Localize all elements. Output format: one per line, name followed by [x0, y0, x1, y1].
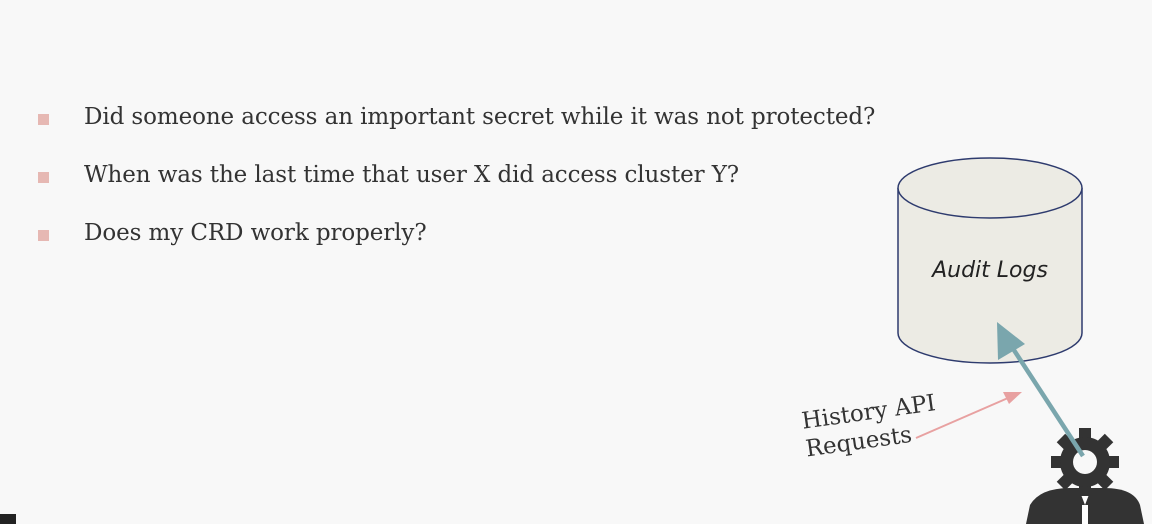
corner-mark [0, 514, 16, 524]
database-label: Audit Logs [932, 258, 1048, 283]
gear-headed-person-icon [1026, 428, 1144, 524]
cylinder-top [897, 157, 1083, 219]
